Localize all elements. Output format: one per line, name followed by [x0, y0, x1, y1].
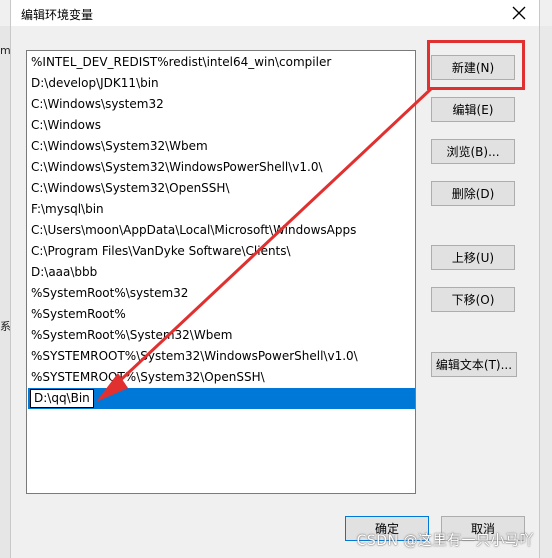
edit-button[interactable]: 编辑(E) [431, 97, 515, 122]
list-item[interactable]: %SystemRoot%\System32\Wbem [28, 325, 415, 346]
list-item[interactable]: %SystemRoot% [28, 304, 415, 325]
list-item[interactable]: C:\Windows [28, 115, 415, 136]
list-item-editing[interactable]: D:\qq\Bin [28, 388, 415, 409]
close-button[interactable] [505, 0, 533, 26]
title-bar: 编辑环境变量 [11, 0, 539, 26]
list-item[interactable]: %SYSTEMROOT%\System32\OpenSSH\ [28, 367, 415, 388]
move-up-button[interactable]: 上移(U) [431, 245, 515, 270]
list-item[interactable]: %SystemRoot%\system32 [28, 283, 415, 304]
edit-text-button[interactable]: 编辑文本(T)... [431, 352, 517, 377]
delete-button[interactable]: 删除(D) [431, 181, 515, 206]
watermark: CSDN @这里有一只小马吖 [356, 533, 534, 549]
new-button[interactable]: 新建(N) [431, 55, 515, 80]
browse-button[interactable]: 浏览(B)... [431, 139, 515, 164]
list-item[interactable]: C:\Windows\system32 [28, 94, 415, 115]
list-item[interactable]: C:\Windows\System32\Wbem [28, 136, 415, 157]
list-item[interactable]: F:\mysql\bin [28, 199, 415, 220]
list-item[interactable]: %INTEL_DEV_REDIST%redist\intel64_win\com… [28, 52, 415, 73]
list-item[interactable]: C:\Windows\System32\OpenSSH\ [28, 178, 415, 199]
path-list[interactable]: %INTEL_DEV_REDIST%redist\intel64_win\com… [26, 50, 416, 494]
list-item[interactable]: %SYSTEMROOT%\System32\WindowsPowerShell\… [28, 346, 415, 367]
close-icon [512, 6, 526, 20]
move-down-button[interactable]: 下移(O) [431, 287, 515, 312]
list-item[interactable]: C:\Program Files\VanDyke Software\Client… [28, 241, 415, 262]
list-item[interactable]: D:\develop\JDK11\bin [28, 73, 415, 94]
list-item[interactable]: D:\aaa\bbb [28, 262, 415, 283]
list-item[interactable]: C:\Windows\System32\WindowsPowerShell\v1… [28, 157, 415, 178]
path-edit-input[interactable]: D:\qq\Bin [30, 389, 94, 408]
list-item[interactable]: C:\Users\moon\AppData\Local\Microsoft\Wi… [28, 220, 415, 241]
dialog-title: 编辑环境变量 [21, 8, 94, 22]
